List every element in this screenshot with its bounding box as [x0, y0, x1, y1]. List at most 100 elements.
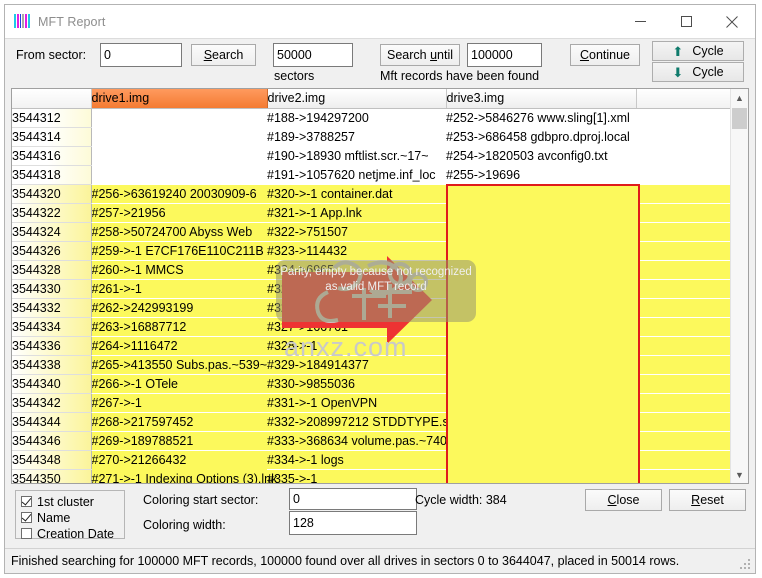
- table-row[interactable]: 3544328 #260->-1 MMCS #324->6965: [12, 260, 730, 280]
- cell-drive1[interactable]: #256->63619240 20030909-6: [91, 184, 267, 203]
- cell-drive3[interactable]: #253->686458 gdbpro.dproj.local: [446, 127, 636, 146]
- cell-drive2[interactable]: #323->114432: [267, 241, 446, 260]
- coloring-width-input[interactable]: [289, 511, 417, 535]
- cell-drive1[interactable]: #265->413550 Subs.pas.~539~: [91, 355, 267, 374]
- table-row[interactable]: 3544344 #268->217597452 #332->208997212 ST…: [12, 412, 730, 432]
- cell-drive3[interactable]: [446, 241, 636, 260]
- checkbox-box-name[interactable]: [21, 512, 32, 523]
- resize-grip[interactable]: [740, 559, 752, 571]
- cell-drive3[interactable]: #255->19696: [446, 165, 636, 184]
- table-row[interactable]: 3544338 #265->413550 Subs.pas.~539~ #329->…: [12, 355, 730, 375]
- table-row[interactable]: 3544342 #267->-1 #331->-1 OpenVPN: [12, 393, 730, 413]
- cell-drive3[interactable]: [446, 412, 636, 431]
- row-index-cell[interactable]: 3544318: [12, 165, 92, 185]
- table-row[interactable]: 3544340 #266->-1 OTele #330->9855036: [12, 374, 730, 394]
- cell-drive3[interactable]: #252->5846276 www.sling[1].xml: [446, 108, 636, 127]
- row-index-cell[interactable]: 3544320: [12, 184, 92, 204]
- cell-drive2[interactable]: #327->166761: [267, 317, 446, 336]
- cell-drive3[interactable]: [446, 184, 636, 203]
- cell-drive2[interactable]: #334->-1 logs: [267, 450, 446, 469]
- until-input[interactable]: [467, 43, 542, 67]
- row-index-cell[interactable]: 3544330: [12, 279, 92, 299]
- close-icon[interactable]: [709, 5, 755, 38]
- table-row[interactable]: 3544316 #190->18930 mftlist.scr.~17~ #254-…: [12, 146, 730, 166]
- cell-drive1[interactable]: [91, 165, 267, 184]
- cell-drive3[interactable]: [446, 279, 636, 298]
- chevron-up-icon[interactable]: ▲: [731, 89, 748, 106]
- cell-drive2[interactable]: #331->-1 OpenVPN: [267, 393, 446, 412]
- cell-drive3[interactable]: [446, 469, 636, 483]
- cell-drive2[interactable]: #332->208997212 STDDTYPE.ser: [267, 412, 446, 431]
- reset-button[interactable]: Reset: [669, 489, 746, 511]
- cell-drive1[interactable]: #264->1116472: [91, 336, 267, 355]
- cell-drive1[interactable]: #271->-1 Indexing Options (3).lnk: [91, 469, 277, 483]
- cell-drive1[interactable]: [91, 146, 267, 165]
- table-row[interactable]: 3544314 #189->3788257 #253->686458 gdbpro.…: [12, 127, 730, 147]
- row-index-cell[interactable]: 3544332: [12, 298, 92, 318]
- cell-drive2[interactable]: #328->-1: [267, 336, 446, 355]
- row-index-cell[interactable]: 3544324: [12, 222, 92, 242]
- cell-drive3[interactable]: [446, 222, 636, 241]
- cell-drive3[interactable]: [446, 336, 636, 355]
- cell-drive3[interactable]: [446, 317, 636, 336]
- row-index-cell[interactable]: 3544312: [12, 108, 92, 128]
- cell-drive2[interactable]: #189->3788257: [267, 127, 446, 146]
- row-index-cell[interactable]: 3544346: [12, 431, 92, 451]
- table-row[interactable]: 3544346 #269->189788521 #333->368634 volum…: [12, 431, 730, 451]
- cell-drive1[interactable]: #266->-1 OTele: [91, 374, 267, 393]
- vertical-scrollbar[interactable]: ▲ ▼: [730, 89, 748, 483]
- table-row[interactable]: 3544348 #270->21266432 #334->-1 logs: [12, 450, 730, 470]
- cell-drive2[interactable]: #324->6965: [267, 260, 446, 279]
- search-button[interactable]: Search: [191, 44, 256, 66]
- table-row[interactable]: 3544332 #262->242993199 #326->-1: [12, 298, 730, 318]
- cell-drive1[interactable]: #258->50724700 Abyss Web: [91, 222, 267, 241]
- checkbox-box-creation-date[interactable]: [21, 528, 32, 539]
- from-sector-input[interactable]: [100, 43, 182, 67]
- cell-drive2[interactable]: #188->194297200: [267, 108, 446, 127]
- row-index-cell[interactable]: 3544344: [12, 412, 92, 432]
- cell-drive2[interactable]: #330->9855036: [267, 374, 446, 393]
- cell-drive2[interactable]: #320->-1 container.dat: [267, 184, 446, 203]
- table-row[interactable]: 3544322 #257->21956 #321->-1 App.lnk: [12, 203, 730, 223]
- cell-drive1[interactable]: [91, 108, 267, 127]
- cell-drive2[interactable]: #333->368634 volume.pas.~740~: [267, 431, 446, 450]
- maximize-icon[interactable]: [663, 5, 709, 38]
- cycle-down-button[interactable]: ⬇ Cycle: [652, 62, 744, 82]
- table-row[interactable]: 3544336 #264->1116472 #328->-1: [12, 336, 730, 356]
- cell-drive3[interactable]: [446, 374, 636, 393]
- column-header-drive3[interactable]: drive3.img: [446, 89, 637, 109]
- scrollbar-thumb[interactable]: [732, 108, 747, 129]
- checkbox-1st-cluster[interactable]: 1st cluster: [21, 494, 124, 509]
- column-header-drive1[interactable]: drive1.img: [91, 89, 268, 109]
- continue-button[interactable]: Continue: [570, 44, 640, 66]
- row-index-cell[interactable]: 3544334: [12, 317, 92, 337]
- cell-drive1[interactable]: #260->-1 MMCS: [91, 260, 267, 279]
- checkbox-box-1st-cluster[interactable]: [21, 496, 32, 507]
- cell-drive3[interactable]: [446, 203, 636, 222]
- row-index-cell[interactable]: 3544350: [12, 469, 92, 483]
- row-index-cell[interactable]: 3544314: [12, 127, 92, 147]
- cell-drive3[interactable]: #254->1820503 avconfig0.txt: [446, 146, 636, 165]
- cell-drive1[interactable]: #268->217597452: [91, 412, 267, 431]
- cell-drive3[interactable]: [446, 450, 636, 469]
- cell-drive2[interactable]: #335->-1: [267, 469, 446, 483]
- cell-drive2[interactable]: #190->18930 mftlist.scr.~17~: [267, 146, 446, 165]
- cell-drive1[interactable]: #261->-1: [91, 279, 267, 298]
- cell-drive2[interactable]: #322->751507: [267, 222, 446, 241]
- coloring-start-sector-input[interactable]: [289, 488, 417, 510]
- row-index-cell[interactable]: 3544326: [12, 241, 92, 261]
- cell-drive3[interactable]: [446, 431, 636, 450]
- search-until-button[interactable]: Search until: [380, 44, 460, 66]
- close-button[interactable]: Close: [585, 489, 662, 511]
- cell-drive2[interactable]: #191->1057620 netjme.inf_loc: [267, 165, 446, 184]
- table-row[interactable]: 3544318 #191->1057620 netjme.inf_loc #255-…: [12, 165, 730, 185]
- cell-drive1[interactable]: #269->189788521: [91, 431, 267, 450]
- column-header-index[interactable]: [12, 89, 92, 109]
- column-header-drive2[interactable]: drive2.img: [267, 89, 447, 109]
- row-index-cell[interactable]: 3544328: [12, 260, 92, 280]
- cell-drive3[interactable]: [446, 298, 636, 317]
- chevron-down-icon[interactable]: ▼: [731, 466, 748, 483]
- row-index-cell[interactable]: 3544336: [12, 336, 92, 356]
- cycle-up-button[interactable]: ⬆ Cycle: [652, 41, 744, 61]
- table-row[interactable]: 3544324 #258->50724700 Abyss Web #322->751…: [12, 222, 730, 242]
